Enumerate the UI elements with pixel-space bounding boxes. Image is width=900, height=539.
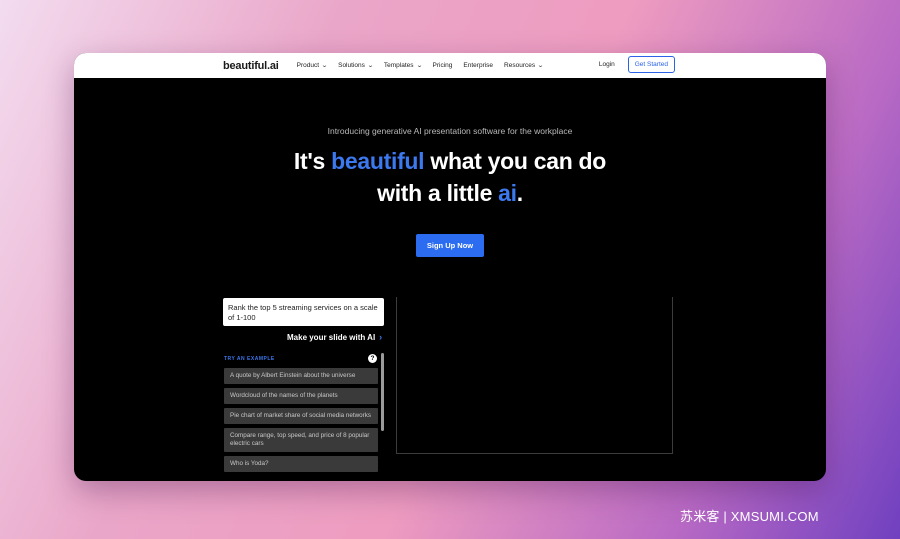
nav-item-solutions[interactable]: Solutions ⌄ — [338, 62, 374, 69]
nav-item-enterprise[interactable]: Enterprise — [463, 62, 493, 69]
login-link[interactable]: Login — [599, 61, 615, 68]
nav-item-templates[interactable]: Templates ⌄ — [384, 62, 422, 69]
hero-section: Introducing generative AI presentation s… — [74, 126, 826, 257]
chevron-down-icon: ⌄ — [415, 63, 423, 69]
example-item[interactable]: Pie chart of market share of social medi… — [224, 408, 378, 424]
headline-line-2: with a little ai. — [377, 180, 523, 206]
headline-highlight-ai: ai — [498, 180, 517, 206]
example-item[interactable]: A quote by Albert Einstein about the uni… — [224, 368, 378, 384]
nav-item-resources[interactable]: Resources ⌄ — [504, 62, 544, 69]
chevron-right-icon: › — [379, 332, 383, 342]
chevron-down-icon: ⌄ — [321, 63, 328, 69]
help-icon[interactable]: ? — [368, 354, 377, 363]
chevron-down-icon: ⌄ — [367, 63, 374, 69]
nav-item-product[interactable]: Product ⌄ — [297, 62, 328, 69]
example-item[interactable]: Wordcloud of the names of the planets — [224, 388, 378, 404]
hero-intro: Introducing generative AI presentation s… — [327, 126, 573, 136]
prompt-input[interactable]: Rank the top 5 streaming services on a s… — [223, 298, 384, 326]
example-item[interactable]: Compare range, top speed, and price of 8… — [224, 428, 378, 452]
example-list: A quote by Albert Einstein about the uni… — [224, 368, 378, 476]
hero-headline: It's beautiful what you can do with a li… — [74, 145, 826, 209]
nav-item-pricing[interactable]: Pricing — [433, 62, 453, 69]
logo[interactable]: beautiful.ai — [223, 60, 279, 72]
chevron-down-icon: ⌄ — [537, 63, 544, 69]
get-started-button[interactable]: Get Started — [627, 56, 675, 73]
watermark: 苏米客 | XMSUMI.COM — [680, 509, 819, 524]
nav-links: Product ⌄ Solutions ⌄ Templates ⌄ Pricing E… — [297, 62, 544, 69]
browser-window: beautiful.ai Product ⌄ Solutions ⌄ Templat… — [74, 53, 826, 481]
sign-up-button[interactable]: Sign Up Now — [415, 234, 485, 257]
nav-right: Login Get Started — [599, 56, 675, 73]
example-scrollbar[interactable] — [381, 353, 384, 431]
slide-preview-area — [396, 297, 673, 454]
headline-highlight-beautiful: beautiful — [331, 148, 425, 174]
try-example-label: TRY AN EXAMPLE — [224, 356, 275, 362]
top-nav: beautiful.ai Product ⌄ Solutions ⌄ Templat… — [74, 53, 826, 78]
headline-line-1: It's beautiful what you can do — [293, 148, 607, 174]
make-slide-button[interactable]: Make your slide with AI › — [287, 332, 382, 342]
example-item[interactable]: Who is Yoda? — [224, 456, 378, 472]
